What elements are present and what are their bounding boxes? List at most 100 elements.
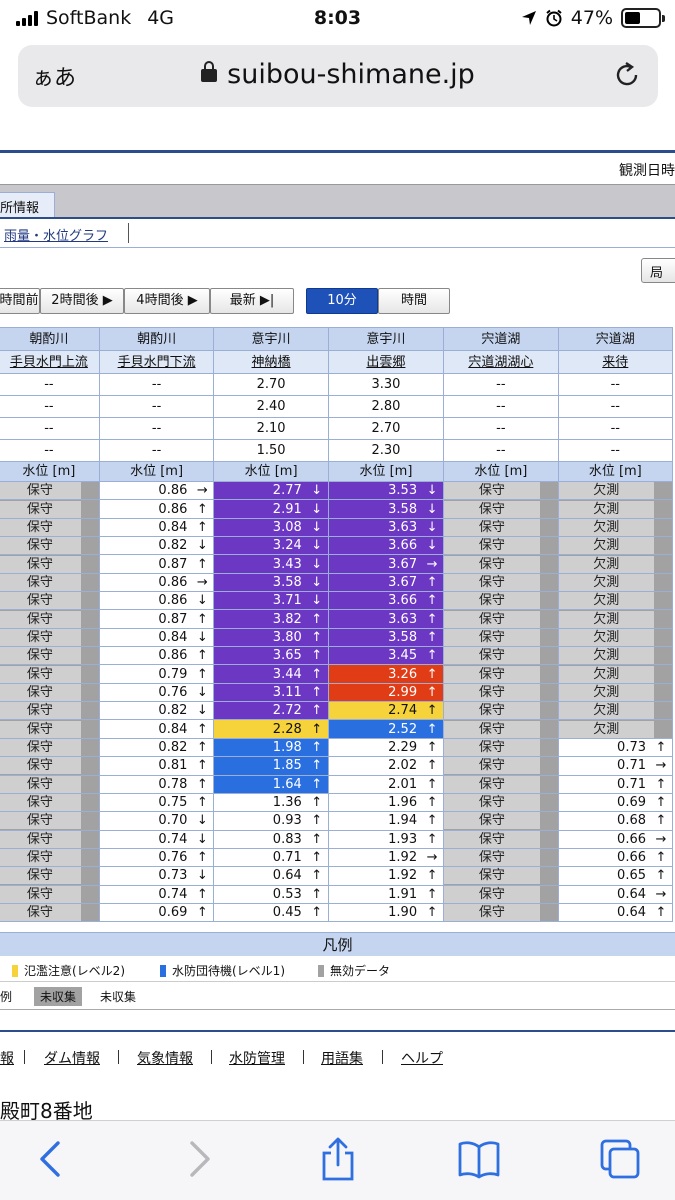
threshold-cell: -- (443, 417, 559, 440)
interval-hour-button[interactable]: 時間 (378, 288, 450, 314)
status-text: 保守 (444, 776, 540, 793)
trend-arrow-icon: ↑ (196, 739, 208, 755)
trend-arrow-icon: → (655, 886, 667, 902)
water-level-cell: 1.64 ↑ (213, 774, 329, 794)
station-header-row: 手貝水門上流 手貝水門下流 神納橋 出雲郷 宍道湖湖心 来待 (0, 350, 674, 374)
water-level-cell: 0.86 → (98, 480, 215, 501)
status-text: 保守 (0, 776, 81, 793)
water-level-cell: 保守 (0, 554, 100, 574)
water-level-value: 1.64 (272, 776, 302, 792)
water-level-cell: 保守 (443, 480, 559, 501)
value-wrap: 0.93 ↑ (215, 813, 327, 829)
forward-icon[interactable] (176, 1137, 220, 1181)
status-text: 保守 (444, 574, 540, 591)
value-wrap: 3.67 → (329, 556, 442, 572)
forward-4h-button[interactable]: 4時間後 ▶ (124, 288, 210, 314)
station-link[interactable]: 手貝水門下流 (118, 355, 196, 370)
battery-icon (621, 8, 665, 28)
value-wrap: 3.65 ↑ (215, 648, 327, 664)
local-button[interactable]: 局 (641, 258, 675, 283)
trend-arrow-icon: ↑ (311, 868, 323, 884)
trend-arrow-icon: ↑ (311, 666, 323, 682)
url-bar[interactable]: ぁあ suibou-shimane.jp (18, 45, 658, 107)
value-wrap: 0.79 ↑ (100, 666, 213, 682)
water-level-cell: 2.77 ↓ (213, 480, 329, 501)
water-level-cell: 0.82 ↓ (98, 536, 215, 556)
interval-10min-button[interactable]: 10分 (306, 288, 378, 314)
threshold-row: -- -- 2.40 2.80 -- -- (0, 395, 674, 418)
station-link[interactable]: 手貝水門上流 (10, 355, 88, 370)
status-text: 欠測 (559, 519, 654, 536)
bookmarks-icon[interactable] (457, 1137, 501, 1181)
tabs-icon[interactable] (598, 1137, 642, 1181)
value-wrap: 0.86 → (100, 483, 213, 499)
footer-link-flood-management[interactable]: 水防管理 (229, 1048, 285, 1068)
trend-arrow-icon: ↓ (311, 593, 323, 609)
water-level-cell: 保守 (0, 627, 100, 648)
water-level-value: 3.58 (272, 574, 302, 590)
back-icon[interactable] (30, 1137, 74, 1181)
water-level-cell: 保守 (0, 664, 100, 684)
share-icon[interactable] (316, 1137, 360, 1181)
status-text: 保守 (0, 574, 81, 591)
footer-link-help[interactable]: ヘルプ (401, 1048, 443, 1068)
water-level-value: 0.84 (158, 629, 188, 645)
footer-link-weather[interactable]: 気象情報 (137, 1048, 193, 1068)
value-wrap: 3.11 ↑ (215, 684, 327, 700)
latest-button[interactable]: 最新 ▶| (210, 288, 294, 314)
water-level-cell: 0.86 ↑ (98, 499, 215, 519)
water-level-value: 0.93 (272, 813, 302, 829)
water-level-value: 1.96 (388, 795, 418, 811)
water-level-value: 2.52 (388, 721, 418, 737)
value-wrap: 0.84 ↑ (100, 519, 213, 535)
footer-link-glossary[interactable]: 用語集 (321, 1048, 363, 1068)
water-level-cell: 2.52 ↑ (327, 719, 445, 739)
footer-link-info[interactable]: 報 (0, 1048, 14, 1068)
water-level-value: 3.67 (388, 574, 418, 590)
water-level-cell: 0.53 ↑ (213, 884, 329, 904)
trend-arrow-icon: ↑ (196, 501, 208, 517)
table-row: 保守 0.69 ↑ 0.45 ↑ 1.90 ↑ 保守 0.64 ↑ (0, 902, 674, 923)
value-wrap: 3.08 ↓ (215, 519, 327, 535)
station-link[interactable]: 来待 (602, 355, 628, 370)
water-level-value: 3.63 (388, 519, 418, 535)
status-text: 保守 (0, 647, 81, 664)
trend-arrow-icon: ↑ (426, 776, 438, 792)
rain-water-graph-link[interactable]: 雨量・水位グラフ (4, 225, 108, 244)
station-link[interactable]: 宍道湖湖心 (468, 355, 533, 370)
water-level-cell: 0.66 → (557, 829, 674, 849)
water-level-cell: 3.58 ↑ (327, 627, 445, 648)
trend-arrow-icon: ↑ (311, 611, 323, 627)
value-wrap: 0.84 ↑ (100, 721, 213, 737)
station-link[interactable]: 出雲郷 (366, 355, 405, 370)
value-wrap: 0.86 → (100, 574, 213, 590)
trend-arrow-icon: ↑ (426, 629, 438, 645)
water-level-value: 1.91 (388, 886, 418, 902)
footer-link-dam[interactable]: ダム情報 (44, 1048, 100, 1068)
value-wrap: 1.92 ↑ (329, 868, 442, 884)
water-level-value: 3.53 (388, 483, 418, 499)
water-level-cell: 0.86 ↑ (98, 646, 215, 666)
water-level-cell: 3.11 ↑ (213, 682, 329, 703)
value-wrap: 0.45 ↑ (215, 904, 327, 920)
status-text: 保守 (444, 812, 540, 830)
trend-arrow-icon: ↑ (311, 813, 323, 829)
station-link[interactable]: 神納橋 (252, 355, 291, 370)
water-level-value: 2.77 (272, 483, 302, 499)
water-level-cell: 3.44 ↑ (213, 664, 329, 684)
legend-swatch (318, 964, 324, 977)
status-text: 保守 (444, 500, 540, 518)
tab-station-info[interactable]: 所情報 (0, 192, 55, 217)
reload-icon[interactable] (612, 60, 642, 90)
url-display[interactable]: suibou-shimane.jp (18, 59, 658, 90)
water-level-cell: 0.84 ↑ (98, 719, 215, 739)
status-text: 保守 (444, 831, 540, 848)
water-level-value: 2.91 (272, 501, 302, 517)
prev-hour-button[interactable]: 時間前 (0, 288, 40, 314)
value-wrap: 0.71 ↑ (215, 849, 327, 865)
forward-2h-button[interactable]: 2時間後 ▶ (40, 288, 124, 314)
trend-arrow-icon: ↑ (196, 795, 208, 811)
status-text: 欠測 (559, 555, 654, 573)
water-level-cell: 保守 (443, 572, 559, 593)
water-level-cell: 0.64 ↑ (557, 902, 674, 923)
